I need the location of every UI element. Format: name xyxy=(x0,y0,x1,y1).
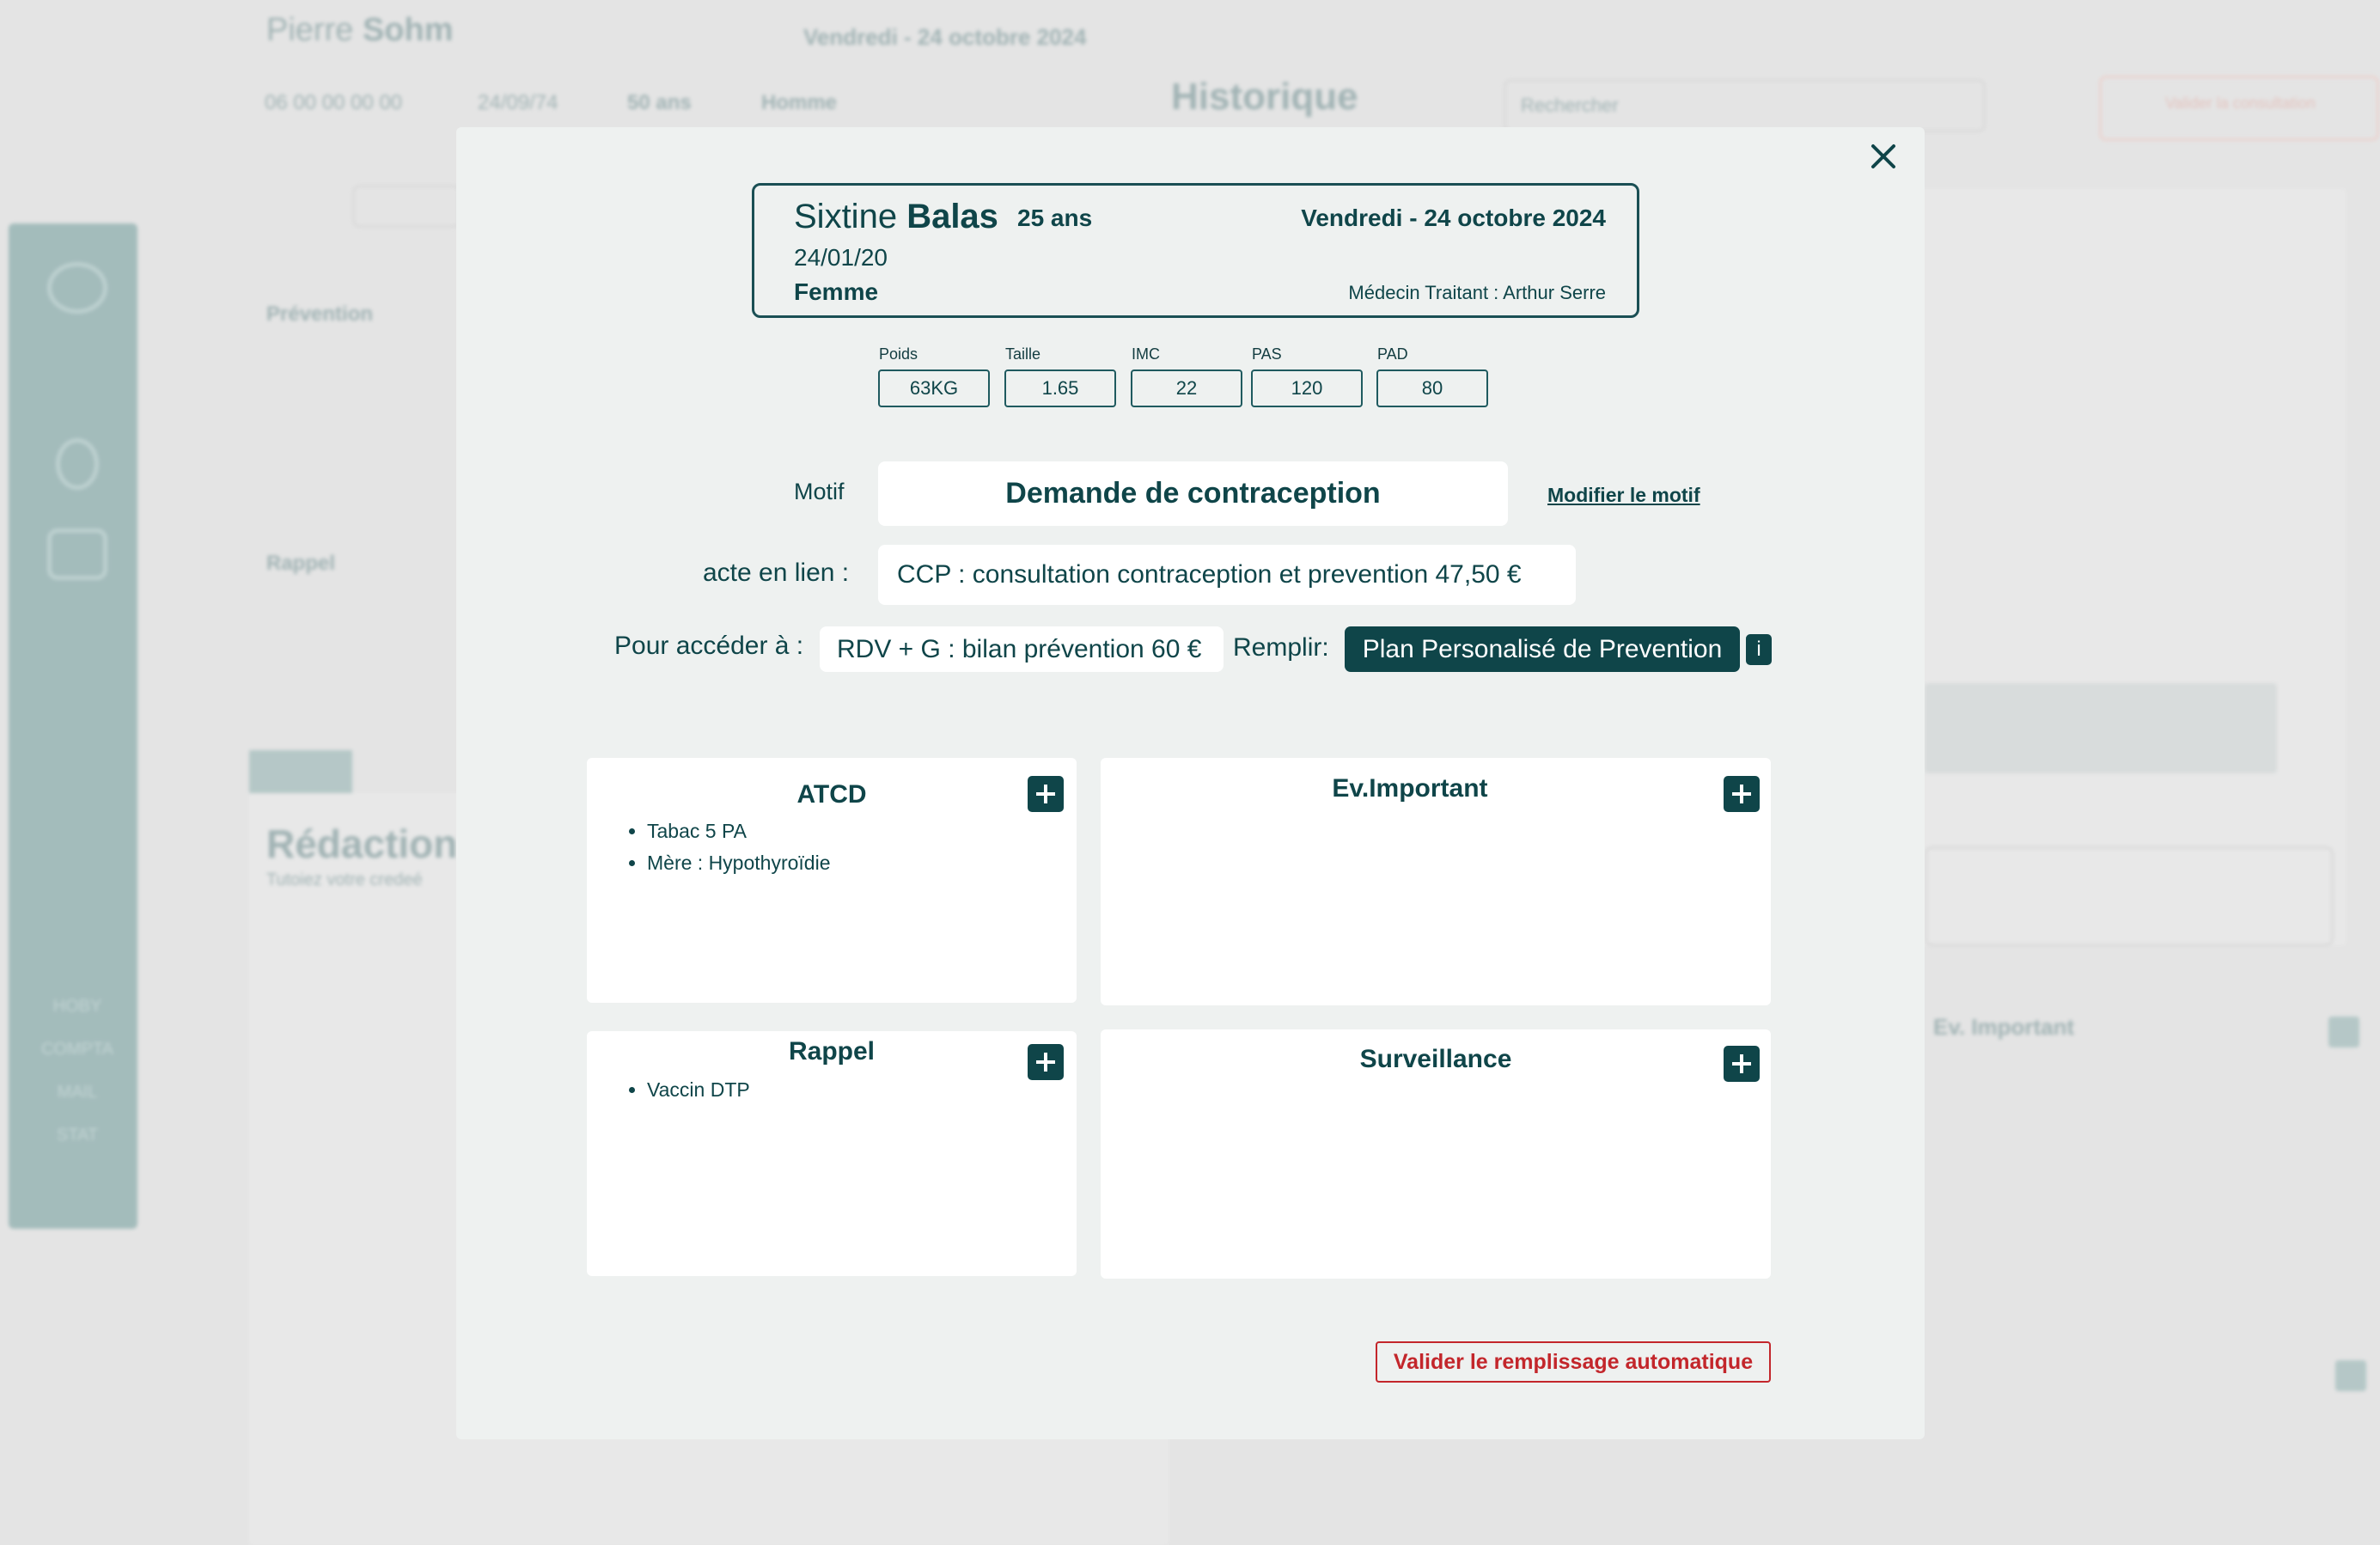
patient-first-name: Sixtine xyxy=(794,198,898,235)
bg-sidebar-label[interactable]: HOBY xyxy=(34,997,120,1017)
bg-age: 50 ans xyxy=(627,91,692,114)
vital-input-pas[interactable]: 120 xyxy=(1251,369,1363,407)
atcd-card: ATCD Tabac 5 PA Mère : Hypothyroïdie xyxy=(587,758,1077,1003)
rappel-card: Rappel Vaccin DTP xyxy=(587,1031,1077,1276)
remplir-label: Remplir: xyxy=(1233,633,1329,662)
patient-age: 25 ans xyxy=(1017,205,1093,231)
patient-name: Sixtine Balas xyxy=(794,198,998,236)
treating-doctor: Médecin Traitant : Arthur Serre xyxy=(1348,282,1606,303)
vital-input-pad[interactable]: 80 xyxy=(1376,369,1488,407)
bg-phone: 06 00 00 00 00 xyxy=(265,91,403,114)
atcd-list: Tabac 5 PA Mère : Hypothyroïdie xyxy=(628,815,830,879)
bg-ev-important: Ev. Important xyxy=(1933,1014,2075,1040)
close-icon[interactable] xyxy=(1866,139,1901,174)
acceder-label: Pour accéder à : xyxy=(614,632,804,660)
bg-sidebar: HOBY COMPTA MAIL STAT xyxy=(9,223,137,1229)
patient-dob: 24/01/20 xyxy=(794,244,888,271)
bg-sidebar-label[interactable]: MAIL xyxy=(34,1083,120,1102)
motif-label: Motif xyxy=(794,479,845,504)
bg-sidebar-label[interactable]: COMPTA xyxy=(34,1040,120,1060)
bg-dob: 24/09/74 xyxy=(478,91,558,114)
vital-input-imc[interactable]: 22 xyxy=(1131,369,1242,407)
rappel-list: Vaccin DTP xyxy=(628,1074,750,1106)
bg-historique: Historique xyxy=(1171,76,1358,118)
ev-important-title: Ev.Important xyxy=(1332,774,1488,803)
bg-field[interactable] xyxy=(352,185,461,228)
validate-autofill-button[interactable]: Valider le remplissage automatique xyxy=(1376,1341,1771,1383)
surveillance-card: Surveillance xyxy=(1101,1029,1771,1279)
vital-label-taille: Taille xyxy=(1005,345,1041,363)
bg-search-placeholder: Rechercher xyxy=(1521,95,1619,116)
vital-label-pad: PAD xyxy=(1377,345,1408,363)
vital-input-taille[interactable]: 1.65 xyxy=(1004,369,1116,407)
modify-motif-link[interactable]: Modifier le motif xyxy=(1547,484,1700,507)
bg-prevention: Prévention xyxy=(266,302,374,326)
ev-important-card: Ev.Important xyxy=(1101,758,1771,1005)
bg-tab[interactable] xyxy=(249,750,352,793)
vital-label-imc: IMC xyxy=(1132,345,1160,363)
add-surveillance-button[interactable] xyxy=(1724,1046,1760,1082)
atcd-title: ATCD xyxy=(796,780,867,809)
list-item: Mère : Hypothyroïdie xyxy=(647,847,830,879)
bg-sex: Homme xyxy=(761,91,838,114)
bg-patient-name: Pierre Sohm xyxy=(266,12,454,48)
vital-label-pas: PAS xyxy=(1252,345,1282,363)
list-item: Tabac 5 PA xyxy=(647,815,830,847)
bg-calendar-icon xyxy=(47,528,107,580)
patient-card: Sixtine Balas 25 ans 24/01/20 Femme Vend… xyxy=(752,183,1639,318)
acte-label: acte en lien : xyxy=(703,559,850,587)
info-icon[interactable]: i xyxy=(1746,634,1772,665)
bg-action-label: Valider la consultation xyxy=(2165,95,2316,112)
add-ev-important-button[interactable] xyxy=(1724,776,1760,812)
bg-history-bar xyxy=(1925,683,2277,773)
add-atcd-button[interactable] xyxy=(1028,776,1064,812)
rappel-title: Rappel xyxy=(788,1037,876,1066)
surveillance-title: Surveillance xyxy=(1359,1045,1512,1073)
add-rappel-button[interactable] xyxy=(1028,1044,1064,1080)
bg-redaction: Rédaction xyxy=(266,821,458,866)
bg-user-icon xyxy=(56,438,99,490)
vital-label-poids: Poids xyxy=(879,345,918,363)
vital-input-poids[interactable]: 63KG xyxy=(878,369,990,407)
consultation-date: Vendredi - 24 octobre 2024 xyxy=(1301,205,1606,231)
list-item: Vaccin DTP xyxy=(647,1074,750,1106)
acte-field[interactable]: CCP : consultation contraception et prev… xyxy=(878,545,1576,605)
bg-history-box xyxy=(1925,846,2334,946)
bg-date: Vendredi - 24 octobre 2024 xyxy=(803,24,1087,50)
patient-last-name: Balas xyxy=(906,198,998,235)
motif-field[interactable]: Demande de contraception xyxy=(878,461,1508,526)
bg-rappel: Rappel xyxy=(266,552,336,575)
bg-plus-icon[interactable] xyxy=(2335,1360,2366,1391)
patient-sex: Femme xyxy=(794,278,879,305)
bg-sidebar-label[interactable]: STAT xyxy=(34,1126,120,1145)
bg-plus-icon[interactable] xyxy=(2328,1017,2359,1047)
prevention-plan-button[interactable]: Plan Personalisé de Prevention xyxy=(1345,626,1740,672)
bg-users-icon xyxy=(47,262,107,314)
bg-redaction-sub: Tutoiez votre credeé xyxy=(266,870,423,889)
acceder-field[interactable]: RDV + G : bilan prévention 60 € xyxy=(820,626,1224,672)
